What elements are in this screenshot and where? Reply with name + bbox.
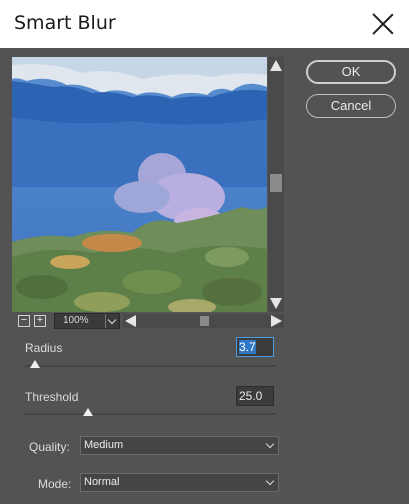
radius-input[interactable]: 3.7 [236,337,274,357]
radius-value: 3.7 [239,340,256,354]
zoom-out-button[interactable]: − [18,315,30,327]
quality-select[interactable]: Medium [80,436,279,455]
horizontal-scroll-thumb[interactable] [200,316,209,326]
preview-horizontal-scrollbar[interactable] [123,314,284,328]
zoom-in-button[interactable]: + [34,315,46,327]
threshold-slider-track[interactable] [25,413,276,415]
threshold-value: 25.0 [239,389,263,403]
radius-slider-track[interactable] [25,365,276,367]
threshold-input[interactable]: 25.0 [236,386,274,406]
mode-label: Mode: [38,477,72,491]
quality-label: Quality: [29,440,70,454]
preview-landscape-image [12,57,267,312]
threshold-label: Threshold [25,390,79,404]
chevron-down-icon[interactable] [265,439,275,449]
ok-button[interactable]: OK [306,60,396,84]
close-icon[interactable] [371,12,395,36]
scroll-left-icon[interactable] [125,315,136,327]
radius-slider-thumb[interactable] [30,360,41,369]
preview-vertical-scrollbar[interactable] [268,57,284,312]
mode-select[interactable]: Normal [80,473,279,492]
chevron-down-icon[interactable] [105,314,119,328]
mode-value: Normal [84,476,120,488]
chevron-down-icon[interactable] [265,476,275,486]
vertical-scroll-thumb[interactable] [270,174,282,192]
preview-image[interactable] [12,57,267,312]
scroll-right-icon[interactable] [271,315,282,327]
threshold-slider-thumb[interactable] [82,408,93,417]
scroll-down-icon[interactable] [270,298,282,309]
dialog-title: Smart Blur [14,12,116,34]
preview-zoom-bar: − + 100% [12,313,284,329]
scroll-up-icon[interactable] [270,60,282,71]
cancel-button[interactable]: Cancel [306,94,396,118]
zoom-level-select[interactable]: 100% [54,313,120,329]
radius-label: Radius [25,341,63,355]
quality-value: Medium [84,439,124,451]
zoom-level-value: 100% [63,315,89,326]
title-bar: Smart Blur [0,0,409,48]
